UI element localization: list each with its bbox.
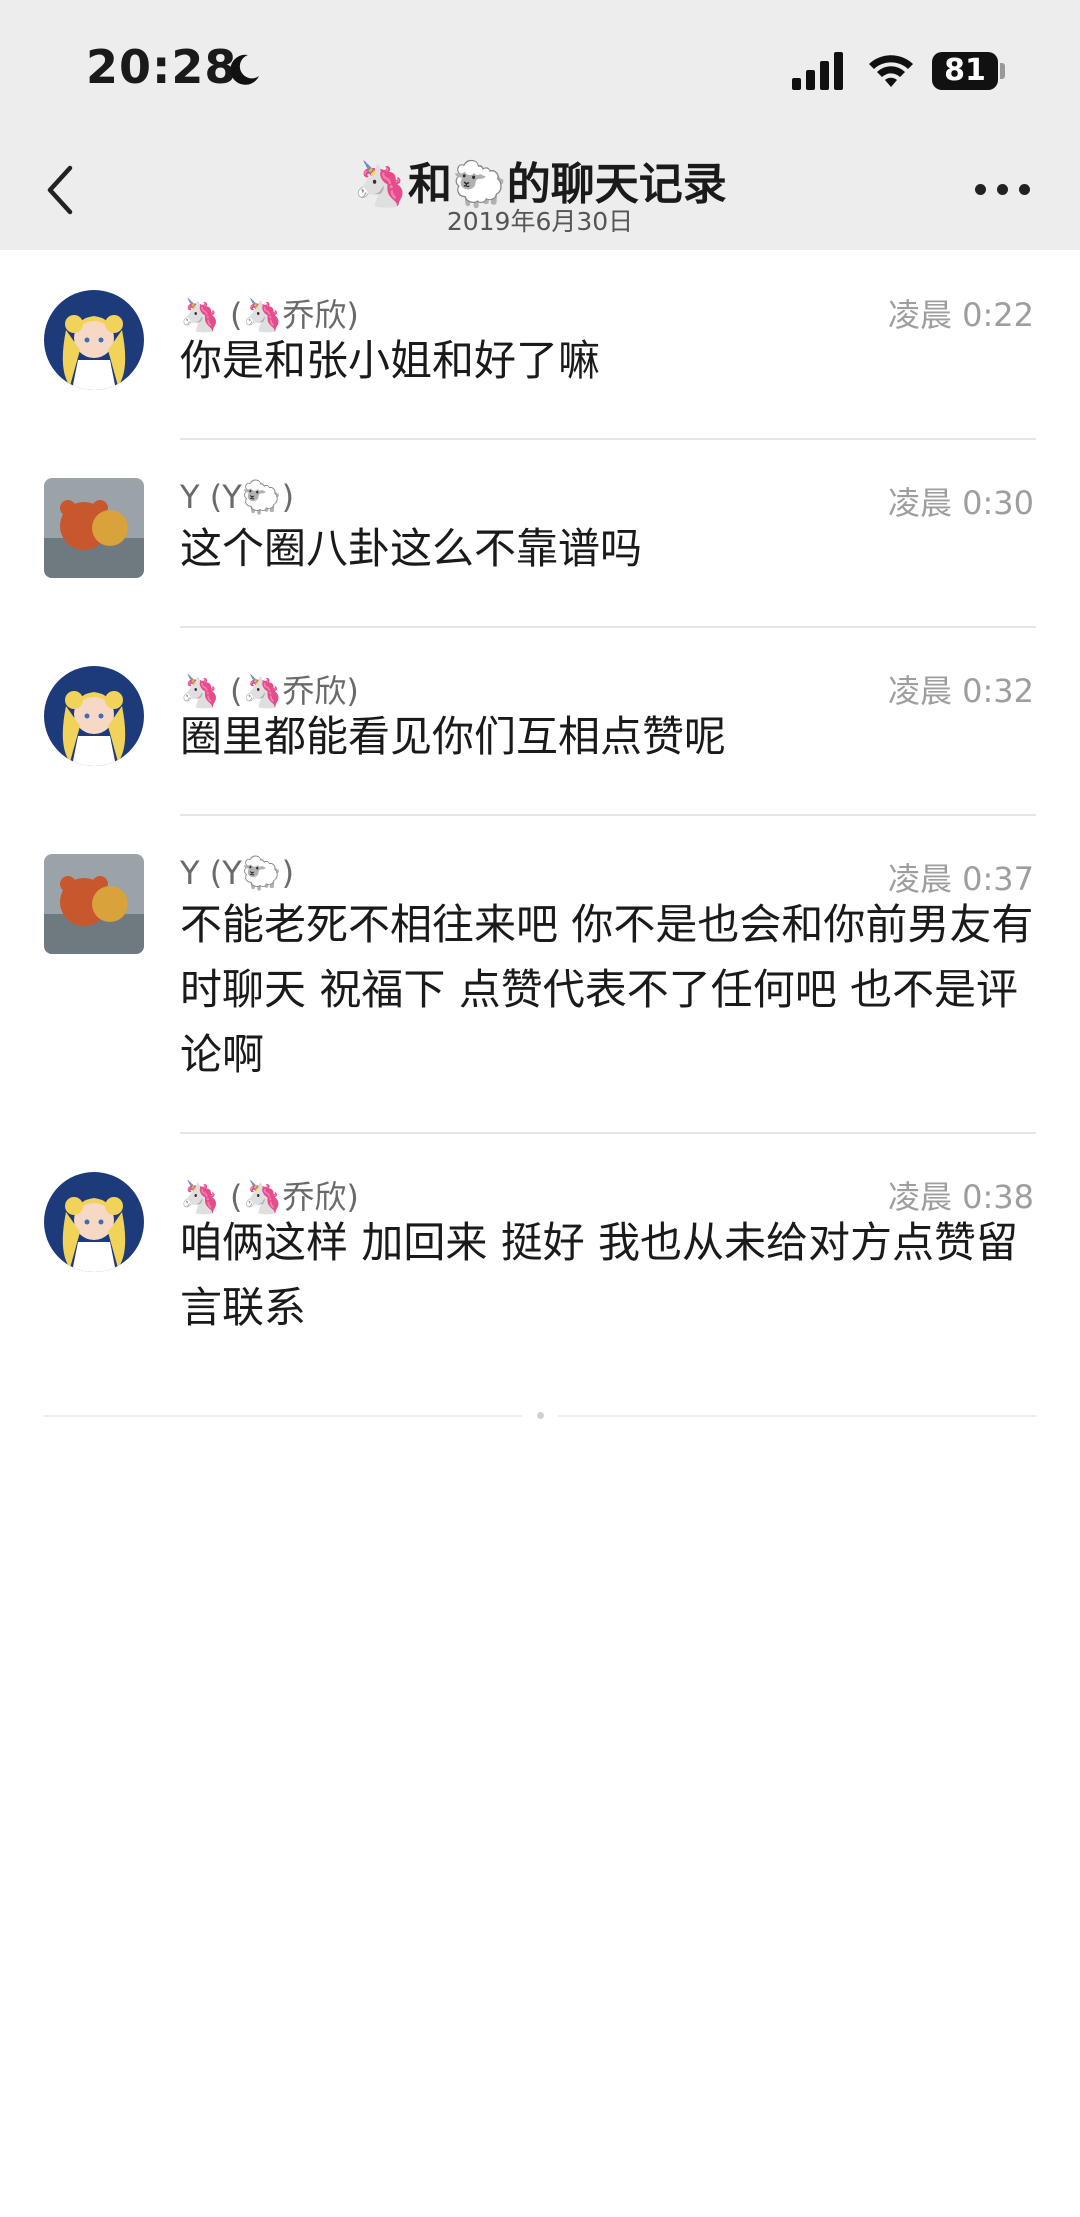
- end-marker-dot: [537, 1412, 544, 1419]
- moon-icon: [230, 54, 259, 85]
- divider: [180, 626, 1036, 628]
- battery-cap: [1000, 63, 1005, 79]
- sender-name: Y (Y🐑): [180, 854, 295, 892]
- status-bar: 20:28 81: [0, 0, 1080, 130]
- battery-indicator: 81: [932, 52, 998, 90]
- signal-icon: [792, 52, 843, 90]
- message-text: 不能老死不相往来吧 你不是也会和你前男友有时聊天 祝福下 点赞代表不了任何吧 也…: [180, 900, 1034, 1079]
- nav-bar: 🦄和🐑的聊天记录 2019年6月30日: [0, 130, 1080, 250]
- status-time: 20:28: [86, 40, 238, 94]
- page-subtitle: 2019年6月30日: [446, 207, 634, 236]
- avatar[interactable]: [44, 1172, 144, 1272]
- message-text: 这个圈八卦这么不靠谱吗: [180, 524, 643, 573]
- message-text: 圈里都能看见你们互相点赞呢: [180, 712, 727, 761]
- wifi-icon: [869, 55, 913, 87]
- end-divider-left: [44, 1415, 522, 1417]
- divider: [180, 1132, 1036, 1134]
- more-dots-icon[interactable]: [975, 184, 1031, 200]
- divider: [180, 438, 1036, 440]
- avatar[interactable]: [44, 478, 144, 578]
- message-text: 咱俩这样 加回来 挺好 我也从未给对方点赞留言联系: [180, 1218, 1019, 1332]
- avatar[interactable]: [44, 666, 144, 766]
- divider: [180, 814, 1036, 816]
- sender-name: Y (Y🐑): [180, 478, 295, 516]
- message-text: 你是和张小姐和好了嘛: [180, 336, 601, 385]
- end-divider-right: [558, 1415, 1036, 1417]
- avatar[interactable]: [44, 854, 144, 954]
- avatar[interactable]: [44, 290, 144, 390]
